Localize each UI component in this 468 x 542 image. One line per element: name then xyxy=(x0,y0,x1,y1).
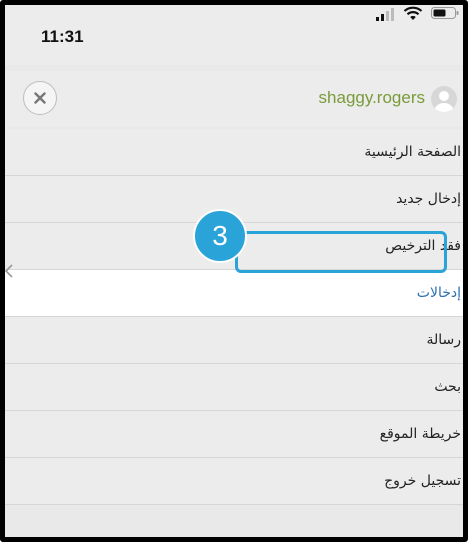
menu-item-label: بحث xyxy=(434,379,461,395)
menu-item-message[interactable]: رسالة xyxy=(5,317,463,364)
battery-icon xyxy=(431,7,459,19)
status-bar: 11:31 xyxy=(5,5,463,65)
status-time: 11:31 xyxy=(41,27,84,46)
navigation-menu: الصفحة الرئيسية إدخال جديد فقد الترخيص إ… xyxy=(5,129,463,505)
close-button[interactable] xyxy=(23,81,57,115)
menu-item-search[interactable]: بحث xyxy=(5,364,463,411)
username[interactable]: shaggy.rogers xyxy=(319,88,425,108)
menu-item-logout[interactable]: تسجيل خروج xyxy=(5,458,463,505)
step-number-badge: 3 xyxy=(193,209,247,263)
user-icon xyxy=(434,91,454,112)
menu-header: shaggy.rogers xyxy=(5,71,463,127)
wifi-icon xyxy=(403,6,423,20)
step-callout: 3 xyxy=(193,209,447,295)
cellular-signal-icon xyxy=(376,8,394,21)
callout-highlight-box xyxy=(235,231,447,273)
menu-item-label: إدخال جديد xyxy=(396,191,461,207)
menu-item-sitemap[interactable]: خريطة الموقع xyxy=(5,411,463,458)
step-number: 3 xyxy=(212,220,228,251)
menu-item-label: تسجيل خروج xyxy=(384,473,461,489)
avatar[interactable] xyxy=(431,86,457,112)
menu-item-label: خريطة الموقع xyxy=(379,426,461,442)
menu-item-label: الصفحة الرئيسية xyxy=(364,144,461,160)
menu-item-label: رسالة xyxy=(426,332,461,348)
menu-item-home[interactable]: الصفحة الرئيسية xyxy=(5,129,463,176)
phone-screen: 11:31 shaggy.rogers الصفحة الرئيسية إدخا… xyxy=(0,0,468,542)
close-icon xyxy=(34,92,46,104)
chevron-left-icon[interactable] xyxy=(3,263,15,279)
